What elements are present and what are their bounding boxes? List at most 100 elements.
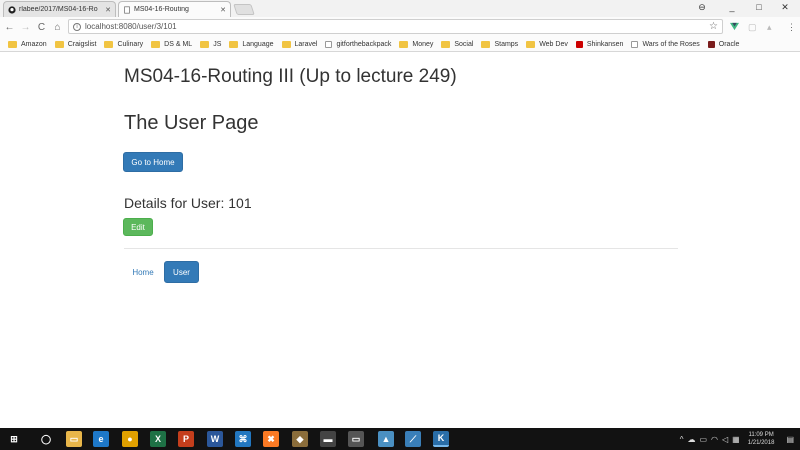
bookmark-label: Stamps: [494, 40, 519, 48]
tab-title: MS04-16-Routing: [134, 6, 189, 13]
bookmark-label: Wars of the Roses: [642, 40, 700, 48]
vue-devtools-icon[interactable]: [730, 22, 739, 33]
clock-date: 1/21/2018: [747, 440, 775, 446]
folder-icon: [526, 40, 536, 48]
app3-icon[interactable]: ⟋: [405, 431, 421, 447]
powerpoint-icon[interactable]: P: [178, 431, 194, 447]
folder-icon: [54, 40, 64, 48]
folder-icon: [8, 40, 17, 48]
clock-time: 11:09 PM: [748, 432, 774, 438]
bookmark-star-icon[interactable]: ☆: [709, 20, 718, 33]
bookmark-ds-ml[interactable]: DS & ML: [151, 40, 193, 48]
menu-icon[interactable]: ⋮: [787, 22, 796, 32]
excel-icon[interactable]: X: [150, 431, 166, 447]
taskbar: ⊞ ◯ ▭ e ● X P W ⌘ ✖ ◆ ▬ ▭ ▲ ⟋ K ^ ☁ ▭ ◠ ◁ ▦ 11:09 PM 1/…: [0, 428, 800, 450]
bookmark-label: Laravel: [294, 40, 318, 48]
profile-icon[interactable]: ⊖: [695, 0, 709, 15]
bookmark-label: Money: [412, 40, 434, 48]
user-details-text: Details for User: 101: [124, 195, 252, 211]
terminal-icon[interactable]: ▬: [320, 431, 336, 447]
edge-icon[interactable]: e: [93, 431, 109, 447]
bookmark-shinkansen[interactable]: Shinkansen: [575, 40, 624, 48]
maximize-button[interactable]: □: [752, 0, 766, 15]
divider: [124, 248, 678, 249]
extension2-icon[interactable]: ▴: [767, 22, 772, 32]
bookmark-social[interactable]: Social: [441, 40, 474, 48]
github-icon: [8, 5, 16, 14]
bookmark-laravel[interactable]: Laravel: [281, 40, 318, 48]
bookmark-label: Craigslist: [67, 40, 97, 48]
bookmark-label: JS: [213, 40, 222, 48]
bookmark-label: Language: [242, 40, 274, 48]
chrome-icon[interactable]: ●: [122, 431, 138, 447]
folder-icon: [104, 40, 114, 48]
app-icon[interactable]: ◆: [292, 431, 308, 447]
bookmark-label: Amazon: [21, 40, 47, 48]
tab-title: rlabee/2017/MS04-16-Ro: [19, 6, 98, 13]
go-to-home-button[interactable]: Go to Home: [123, 152, 183, 172]
bookmark-label: Culinary: [117, 40, 144, 48]
bookmark-culinary[interactable]: Culinary: [104, 40, 144, 48]
edit-button[interactable]: Edit: [123, 218, 153, 236]
app4-icon[interactable]: K: [433, 431, 449, 447]
clock[interactable]: 11:09 PM 1/21/2018: [748, 431, 775, 447]
folder-icon: [399, 40, 409, 48]
bookmark-money[interactable]: Money: [399, 40, 434, 48]
console-icon[interactable]: ▭: [348, 431, 364, 447]
keyboard-icon[interactable]: ▦: [732, 435, 740, 444]
info-icon[interactable]: i: [73, 22, 81, 31]
bookmark-web-dev[interactable]: Web Dev: [526, 40, 568, 48]
bookmark-gitforthebackpack[interactable]: gitforthebackpack: [325, 40, 392, 48]
folder-icon: [281, 40, 291, 48]
minimize-button[interactable]: _: [725, 0, 739, 15]
network-icon[interactable]: ▭: [699, 435, 707, 444]
address-bar[interactable]: i localhost:8080/user/3/101 ☆: [68, 19, 723, 34]
bookmark-label: Shinkansen: [586, 40, 624, 48]
cloud-icon[interactable]: ☁: [687, 435, 695, 444]
wifi-icon[interactable]: ◠: [711, 435, 718, 444]
system-tray: ^ ☁ ▭ ◠ ◁ ▦ 11:09 PM 1/21/2018 ▤: [678, 428, 800, 450]
extension-icon[interactable]: ▢: [748, 22, 757, 32]
forward-button[interactable]: →: [19, 22, 32, 33]
notifications-icon[interactable]: ▤: [786, 435, 794, 444]
volume-icon[interactable]: ◁: [722, 435, 728, 444]
tab-github[interactable]: rlabee/2017/MS04-16-Ro ✕: [3, 1, 116, 17]
bookmark-label: DS & ML: [164, 40, 193, 48]
nav-link-user[interactable]: User: [164, 261, 199, 283]
back-button[interactable]: ←: [3, 22, 16, 33]
close-tab-icon[interactable]: ✕: [220, 6, 226, 14]
bookmark-label: Social: [454, 40, 474, 48]
folder-icon: [481, 40, 491, 48]
nav-link-home[interactable]: Home: [124, 261, 162, 283]
file-explorer-icon[interactable]: ▭: [66, 431, 82, 447]
folder-icon: [200, 40, 210, 48]
app2-icon[interactable]: ▲: [378, 431, 394, 447]
chevron-up-icon[interactable]: ^: [680, 435, 684, 444]
xampp-icon[interactable]: ✖: [263, 431, 279, 447]
close-window-button[interactable]: ✕: [778, 0, 792, 15]
red-dot-icon: [575, 40, 583, 48]
bookmark-label: Web Dev: [539, 40, 568, 48]
bookmark-stamps[interactable]: Stamps: [481, 40, 519, 48]
home-button[interactable]: ⌂: [51, 22, 64, 33]
bookmark-wars-of-the-roses[interactable]: Wars of the Roses: [631, 40, 700, 48]
bookmark-oracle[interactable]: Oracle: [707, 40, 740, 48]
reload-button[interactable]: C: [35, 22, 48, 33]
bookmark-js[interactable]: JS: [200, 40, 222, 48]
page-heading: The User Page: [124, 112, 259, 134]
word-icon[interactable]: W: [207, 431, 223, 447]
search-icon[interactable]: ◯: [38, 431, 54, 447]
bookmark-craigslist[interactable]: Craigslist: [54, 40, 97, 48]
close-tab-icon[interactable]: ✕: [105, 6, 111, 14]
bookmark-amazon[interactable]: Amazon: [8, 40, 47, 48]
start-button[interactable]: ⊞: [6, 431, 22, 447]
bookmark-language[interactable]: Language: [229, 40, 274, 48]
page-icon: [631, 40, 639, 48]
bookmark-label: gitforthebackpack: [336, 40, 392, 48]
bookmark-label: Oracle: [718, 40, 740, 48]
new-tab-button[interactable]: [233, 4, 255, 15]
url-text[interactable]: localhost:8080/user/3/101: [85, 22, 177, 31]
tab-routing[interactable]: MS04-16-Routing ✕: [118, 1, 231, 17]
folder-icon: [441, 40, 451, 48]
vscode-icon[interactable]: ⌘: [235, 431, 251, 447]
